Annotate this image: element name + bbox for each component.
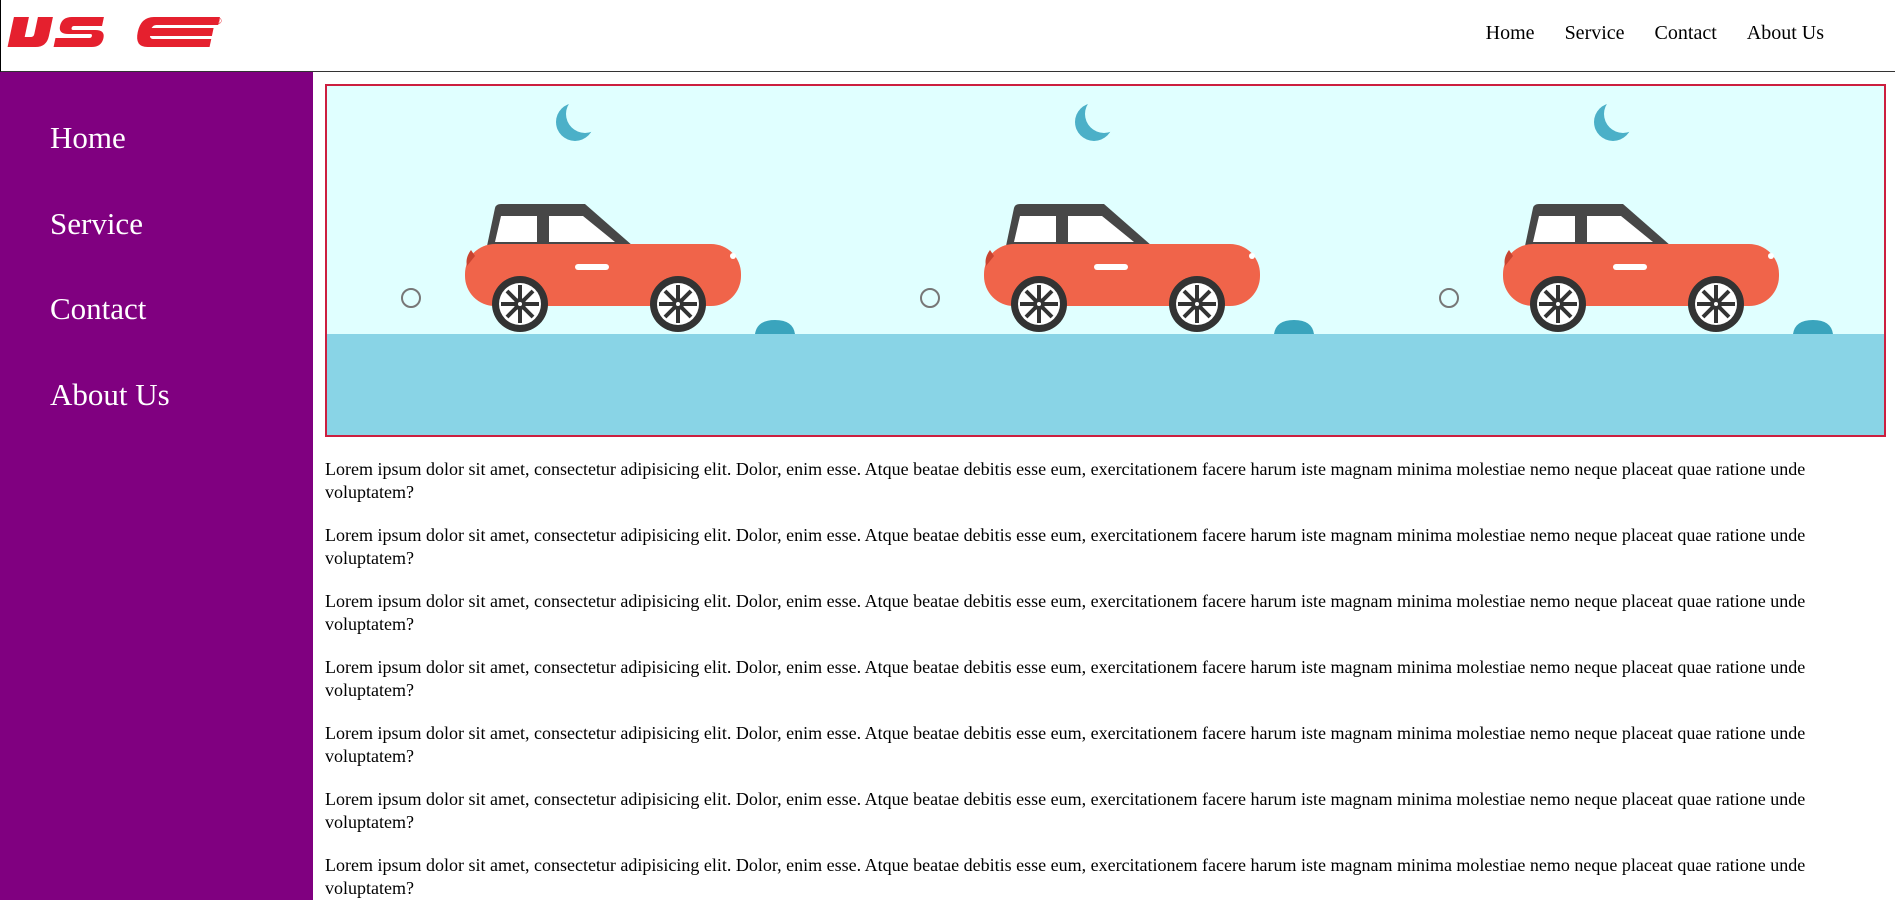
lorem-paragraph: Lorem ipsum dolor sit amet, consectetur … bbox=[325, 525, 1806, 568]
main-content: Lorem ipsum dolor sit amet, consectetur … bbox=[325, 458, 1870, 900]
lorem-paragraph: Lorem ipsum dolor sit amet, consectetur … bbox=[325, 855, 1806, 898]
top-nav: Home Service Contact About Us bbox=[1486, 22, 1824, 44]
ijse-logo[interactable]: ® bbox=[3, 12, 223, 52]
car-banner bbox=[325, 84, 1886, 437]
lorem-paragraph: Lorem ipsum dolor sit amet, consectetur … bbox=[325, 591, 1806, 634]
top-nav-about-us[interactable]: About Us bbox=[1747, 22, 1824, 44]
car-scene-illustration bbox=[327, 86, 1884, 435]
sidebar-item-home[interactable]: Home bbox=[50, 120, 126, 156]
top-header: ® Home Service Contact About Us bbox=[0, 0, 1895, 72]
lorem-paragraph: Lorem ipsum dolor sit amet, consectetur … bbox=[325, 723, 1806, 766]
sidebar-item-service[interactable]: Service bbox=[50, 206, 143, 242]
sidebar-item-about-us[interactable]: About Us bbox=[50, 377, 170, 413]
registered-mark: ® bbox=[215, 16, 222, 26]
ground bbox=[327, 334, 1884, 435]
lorem-paragraph: Lorem ipsum dolor sit amet, consectetur … bbox=[325, 789, 1806, 832]
top-nav-service[interactable]: Service bbox=[1565, 22, 1625, 44]
top-nav-contact[interactable]: Contact bbox=[1655, 22, 1717, 44]
sidebar: Home Service Contact About Us bbox=[0, 72, 313, 900]
lorem-paragraph: Lorem ipsum dolor sit amet, consectetur … bbox=[325, 657, 1806, 700]
lorem-paragraph: Lorem ipsum dolor sit amet, consectetur … bbox=[325, 459, 1806, 502]
top-nav-home[interactable]: Home bbox=[1486, 22, 1535, 44]
sidebar-item-contact[interactable]: Contact bbox=[50, 291, 146, 327]
